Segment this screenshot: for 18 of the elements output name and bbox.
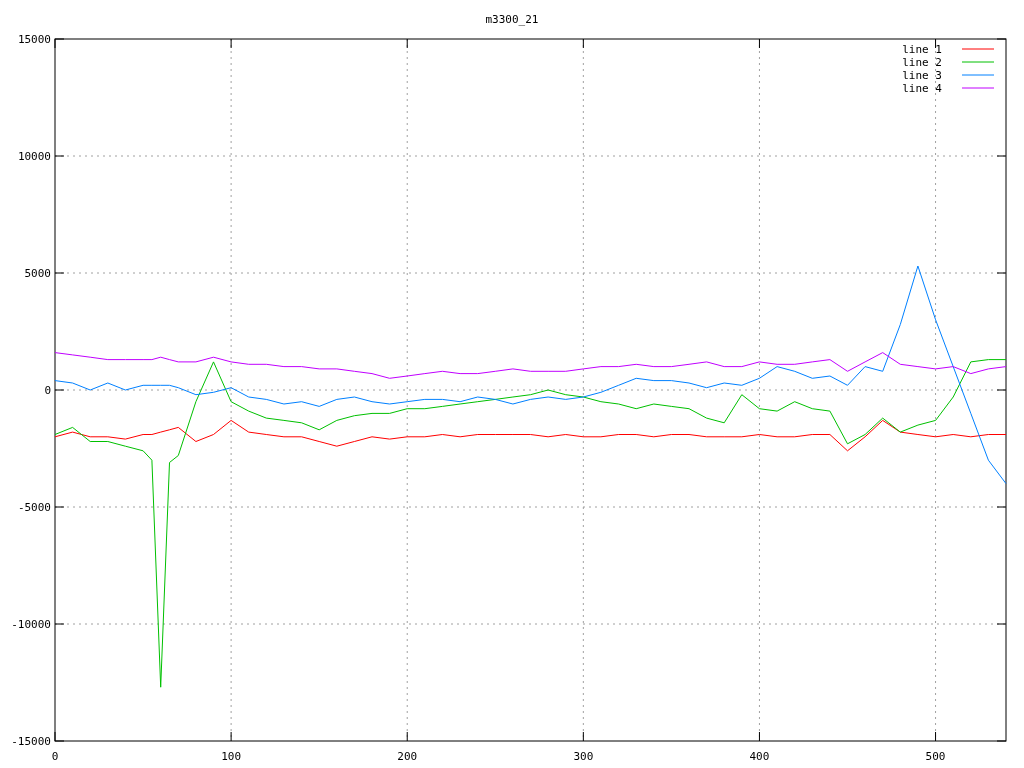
- legend-label: line 2: [902, 56, 942, 69]
- y-tick-label: 15000: [17, 33, 51, 46]
- chart-title: m3300_21: [485, 13, 539, 26]
- legend-label: line 1: [902, 43, 942, 56]
- y-tick-label: -5000: [17, 501, 51, 514]
- x-tick-label: 200: [397, 750, 418, 763]
- x-tick-label: 100: [221, 750, 242, 763]
- x-tick-label: 400: [749, 750, 770, 763]
- x-tick-label: 0: [51, 750, 59, 763]
- x-tick-label: 500: [925, 750, 946, 763]
- y-tick-label: -15000: [11, 735, 51, 748]
- y-tick-label: 10000: [17, 150, 51, 163]
- y-tick-label: 5000: [24, 267, 51, 280]
- legend-label: line 3: [902, 69, 942, 82]
- legend-label: line 4: [902, 82, 942, 95]
- x-tick-label: 300: [573, 750, 594, 763]
- y-tick-label: -10000: [11, 618, 51, 631]
- y-tick-label: 0: [44, 384, 51, 397]
